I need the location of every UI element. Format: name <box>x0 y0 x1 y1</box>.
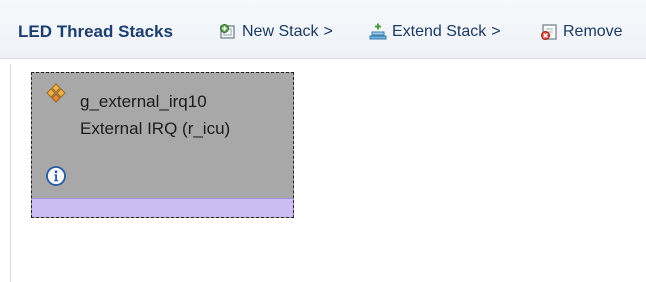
remove-label: Remove <box>563 23 623 40</box>
canvas-left-border <box>10 64 11 282</box>
extend-stack-separator: > <box>491 23 501 40</box>
extend-stack-label: Extend Stack <box>392 23 487 40</box>
thread-stack-description: External IRQ (r_icu) <box>80 119 231 138</box>
new-stack-button[interactable]: New Stack > <box>218 22 333 42</box>
new-stack-icon <box>218 22 238 42</box>
new-stack-separator: > <box>323 23 333 40</box>
remove-icon <box>539 22 559 42</box>
module-icon <box>45 82 67 104</box>
panel-toolbar: LED Thread Stacks New Stack > Extend Sta… <box>0 0 646 59</box>
thread-stacks-panel: LED Thread Stacks New Stack > Extend Sta… <box>0 0 646 282</box>
thread-stack-card[interactable]: g_external_irq10 External IRQ (r_icu) <box>31 72 294 218</box>
extend-stack-icon <box>368 22 388 42</box>
info-icon[interactable] <box>45 165 67 192</box>
extend-stack-button[interactable]: Extend Stack > <box>368 22 501 42</box>
panel-title: LED Thread Stacks <box>18 22 173 41</box>
remove-button[interactable]: Remove <box>539 22 623 42</box>
new-stack-label: New Stack <box>242 23 319 40</box>
thread-stack-footer <box>32 198 293 217</box>
thread-stack-name: g_external_irq10 <box>80 92 207 111</box>
